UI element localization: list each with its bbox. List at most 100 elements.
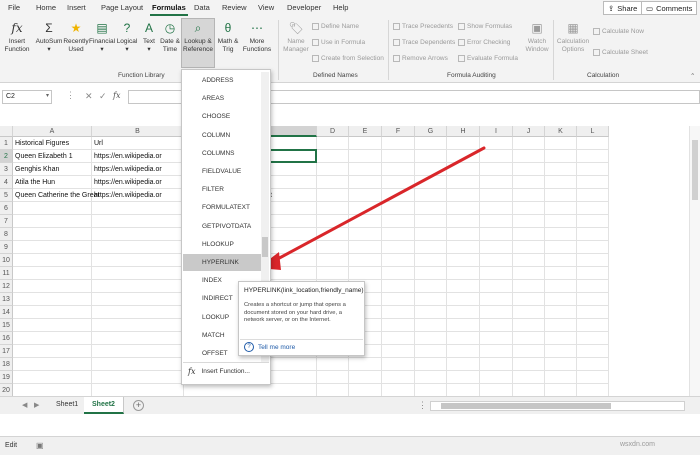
calculation-options-button[interactable]: ▦ Calculation Options — [556, 19, 590, 54]
cell-b2[interactable]: https://en.wikipedia.or — [92, 150, 182, 163]
row-header-12[interactable]: 12 — [0, 280, 13, 293]
recently-used-button[interactable]: ★ Recently Used — [63, 19, 89, 54]
trace-dependents-button[interactable]: Trace Dependents — [393, 39, 455, 46]
row-header-4[interactable]: 4 — [0, 176, 13, 189]
cell-b1[interactable]: Url — [92, 137, 182, 150]
tell-me-more-link[interactable]: ? Tell me more — [244, 342, 295, 352]
prev-sheet-icon[interactable]: ◀ — [22, 401, 27, 409]
fx-button[interactable]: fx — [113, 91, 120, 100]
remove-arrows-button[interactable]: Remove Arrows — [393, 55, 448, 62]
menu-item-choose[interactable]: CHOOSE — [183, 108, 261, 125]
comments-button[interactable]: ▭ Comments — [641, 1, 698, 15]
row-header-9[interactable]: 9 — [0, 241, 13, 254]
error-checking-button[interactable]: Error Checking — [458, 39, 510, 46]
column-header-b[interactable]: B — [92, 126, 184, 137]
tab-file[interactable]: File — [8, 3, 20, 12]
share-button[interactable]: ⇪ Share — [603, 1, 643, 15]
calculate-now-button[interactable]: Calculate Now — [593, 28, 644, 35]
tab-home[interactable]: Home — [36, 3, 56, 12]
tab-data[interactable]: Data — [194, 3, 210, 12]
menu-scroll-thumb[interactable] — [262, 237, 268, 257]
horizontal-scrollbar[interactable] — [430, 401, 685, 411]
lookup-reference-button[interactable]: ⌕ Lookup & Reference — [181, 18, 215, 68]
tab-insert[interactable]: Insert — [67, 3, 86, 12]
column-header-f[interactable]: F — [382, 126, 415, 137]
name-box[interactable]: C2 — [2, 90, 52, 104]
collapse-ribbon-icon[interactable]: ⌃ — [690, 72, 695, 80]
tab-developer[interactable]: Developer — [287, 3, 321, 12]
cell-b3[interactable]: https://en.wikipedia.or — [92, 163, 182, 176]
column-header-h[interactable]: H — [447, 126, 480, 137]
vertical-scroll-thumb[interactable] — [692, 140, 698, 200]
calculate-sheet-button[interactable]: Calculate Sheet — [593, 49, 648, 56]
row-header-13[interactable]: 13 — [0, 293, 13, 306]
row-header-6[interactable]: 6 — [0, 202, 13, 215]
row-header-15[interactable]: 15 — [0, 319, 13, 332]
create-from-selection-button[interactable]: Create from Selection — [312, 55, 384, 62]
macro-record-icon[interactable]: ▣ — [36, 441, 44, 450]
column-header-k[interactable]: K — [545, 126, 577, 137]
enter-icon[interactable]: ✓ — [99, 91, 107, 102]
menu-item-columns[interactable]: COLUMNS — [183, 145, 261, 162]
logical-button[interactable]: ? Logical ▾ — [115, 19, 139, 54]
menu-item-fieldvalue[interactable]: FIELDVALUE — [183, 163, 261, 180]
row-header-10[interactable]: 10 — [0, 254, 13, 267]
menu-item-formulatext[interactable]: FORMULATEXT — [183, 199, 261, 216]
row-header-2[interactable]: 2 — [0, 150, 13, 163]
column-header-a[interactable]: A — [13, 126, 92, 137]
row-header-1[interactable]: 1 — [0, 137, 13, 150]
cancel-icon[interactable]: ✕ — [85, 91, 93, 102]
row-header-11[interactable]: 11 — [0, 267, 13, 280]
show-formulas-button[interactable]: Show Formulas — [458, 23, 512, 30]
cell-a1[interactable]: Historical Figures — [13, 137, 90, 150]
add-sheet-button[interactable]: + — [133, 400, 144, 411]
column-header-l[interactable]: L — [577, 126, 609, 137]
menu-item-hyperlink[interactable]: HYPERLINK — [183, 254, 261, 271]
cell-a2[interactable]: Queen Elizabeth 1 — [13, 150, 90, 163]
menu-item-filter[interactable]: FILTER — [183, 181, 261, 198]
row-header-8[interactable]: 8 — [0, 228, 13, 241]
cell-b4[interactable]: https://en.wikipedia.or — [92, 176, 182, 189]
row-header-7[interactable]: 7 — [0, 215, 13, 228]
row-header-5[interactable]: 5 — [0, 189, 13, 202]
tab-help[interactable]: Help — [333, 3, 348, 12]
column-header-i[interactable]: I — [480, 126, 513, 137]
column-header-e[interactable]: E — [349, 126, 382, 137]
sheet-tab-sheet2[interactable]: Sheet2 — [84, 397, 124, 414]
cell-a4[interactable]: Atila the Hun — [13, 176, 90, 189]
cell-a3[interactable]: Genghis Khan — [13, 163, 90, 176]
tab-view[interactable]: View — [258, 3, 274, 12]
text-button[interactable]: A Text ▾ — [140, 19, 158, 54]
menu-item-areas[interactable]: AREAS — [183, 90, 261, 107]
use-in-formula-button[interactable]: Use in Formula — [312, 39, 365, 46]
row-header-18[interactable]: 18 — [0, 358, 13, 371]
vertical-scrollbar[interactable] — [689, 126, 700, 396]
cell-b5[interactable]: https://en.wikipedia.or — [92, 189, 182, 202]
autosum-button[interactable]: Σ AutoSum ▾ — [35, 19, 63, 54]
menu-item-getpivotdata[interactable]: GETPIVOTDATA — [183, 218, 261, 235]
column-header-d[interactable]: D — [317, 126, 349, 137]
column-header-j[interactable]: J — [513, 126, 545, 137]
name-manager-button[interactable]: 🏷 Name Manager — [283, 19, 309, 54]
tab-review[interactable]: Review — [222, 3, 247, 12]
tab-formulas[interactable]: Formulas — [150, 3, 188, 16]
row-header-14[interactable]: 14 — [0, 306, 13, 319]
watch-window-button[interactable]: ▣ Watch Window — [524, 19, 550, 54]
row-header-19[interactable]: 19 — [0, 371, 13, 384]
tab-page-layout[interactable]: Page Layout — [101, 3, 143, 12]
row-header-3[interactable]: 3 — [0, 163, 13, 176]
trace-precedents-button[interactable]: Trace Precedents — [393, 23, 453, 30]
name-box-dropdown-icon[interactable]: ▾ — [46, 92, 49, 99]
horizontal-scroll-thumb[interactable] — [441, 403, 611, 409]
sheet-tab-sheet1[interactable]: Sheet1 — [48, 397, 88, 414]
row-header-16[interactable]: 16 — [0, 332, 13, 345]
math-trig-button[interactable]: θ Math & Trig — [216, 19, 240, 54]
more-functions-button[interactable]: ⋯ More Functions — [242, 19, 272, 54]
insert-function-button[interactable]: fx Insert Function — [4, 19, 30, 54]
date-time-button[interactable]: ◷ Date & Time — [158, 19, 182, 54]
menu-insert-function[interactable]: fx Insert Function... — [188, 367, 250, 376]
column-header-g[interactable]: G — [415, 126, 447, 137]
evaluate-formula-button[interactable]: Evaluate Formula — [458, 55, 518, 62]
next-sheet-icon[interactable]: ▶ — [34, 401, 39, 409]
menu-item-hlookup[interactable]: HLOOKUP — [183, 236, 261, 253]
